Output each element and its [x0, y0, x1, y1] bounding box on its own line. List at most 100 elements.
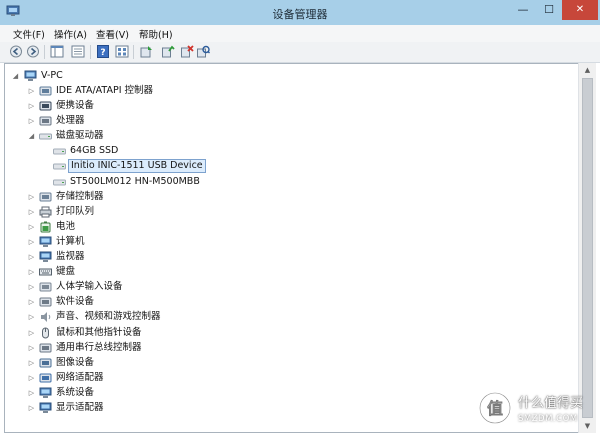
disk-icon: [53, 145, 66, 157]
software-device-icon: [39, 296, 52, 308]
tree-category-label: 便携设备: [56, 100, 95, 111]
storage-controller-icon: [39, 191, 52, 203]
help-icon[interactable]: ?: [96, 45, 110, 58]
tree-category[interactable]: ▷ 监视器: [5, 250, 565, 264]
tree-category[interactable]: ▷ 计算机: [5, 235, 565, 249]
vertical-scrollbar[interactable]: ▲ ▼: [578, 63, 596, 433]
title-bar[interactable]: 设备管理器 — ☐ ✕: [0, 0, 600, 26]
tree-device-label: ST500LM012 HN-M500MBB: [70, 176, 200, 187]
expand-arrow-icon[interactable]: ▷: [27, 386, 36, 400]
tree-device[interactable]: Initio INIC-1511 USB Device: [5, 159, 565, 173]
tree-category-label: 打印队列: [56, 206, 95, 217]
expand-arrow-icon[interactable]: ▷: [27, 295, 36, 309]
expand-arrow-icon[interactable]: ▷: [27, 114, 36, 128]
expand-arrow-icon[interactable]: ▷: [27, 326, 36, 340]
tree-category[interactable]: ▷ 鼠标和其他指针设备: [5, 326, 565, 340]
tree-category[interactable]: ▷ 软件设备: [5, 295, 565, 309]
ide-controller-icon: [39, 85, 52, 97]
menu-file[interactable]: 文件(F): [13, 27, 45, 41]
show-all-icon[interactable]: [115, 45, 129, 58]
forward-icon[interactable]: [26, 45, 40, 58]
expand-arrow-icon[interactable]: ▷: [27, 401, 36, 415]
menu-action[interactable]: 操作(A): [54, 27, 87, 41]
menu-view[interactable]: 查看(V): [96, 27, 129, 41]
expand-arrow-icon[interactable]: ▷: [27, 341, 36, 355]
tree-category-label: 系统设备: [56, 387, 95, 398]
battery-icon: [39, 221, 52, 233]
hid-icon: [39, 281, 52, 293]
toolbar-separator: [90, 45, 91, 59]
expand-arrow-icon[interactable]: ▷: [27, 250, 36, 264]
expand-arrow-icon[interactable]: ▷: [27, 99, 36, 113]
watermark-domain: SMZDM.COM: [518, 414, 578, 424]
monitor-icon: [39, 251, 52, 263]
minimize-button[interactable]: —: [510, 0, 536, 20]
expand-arrow-icon[interactable]: ▷: [27, 205, 36, 219]
disable-device-icon[interactable]: [180, 45, 194, 58]
printer-icon: [39, 206, 52, 218]
tree-category[interactable]: ◢ 磁盘驱动器: [5, 129, 565, 143]
tree-category[interactable]: ▷ 声音、视频和游戏控制器: [5, 310, 565, 324]
disk-drive-icon: [39, 130, 52, 142]
watermark: 值 什么值得买 SMZDM.COM: [478, 388, 596, 432]
tree-device[interactable]: ST500LM012 HN-M500MBB: [5, 175, 565, 189]
tree-category-label: 显示适配器: [56, 402, 104, 413]
collapse-arrow-icon[interactable]: ◢: [27, 129, 36, 143]
close-button[interactable]: ✕: [562, 0, 598, 20]
tree-category[interactable]: ▷ 通用串行总线控制器: [5, 341, 565, 355]
watermark-logo-icon: 值: [478, 391, 512, 425]
expand-arrow-icon[interactable]: ▷: [27, 356, 36, 370]
tree-category-label: 磁盘驱动器: [56, 130, 104, 141]
show-hide-console-tree-icon[interactable]: [50, 45, 64, 58]
menu-help[interactable]: 帮助(H): [139, 27, 173, 41]
tree-category[interactable]: ▷ 处理器: [5, 114, 565, 128]
scan-hardware-icon[interactable]: [196, 45, 210, 58]
menu-bar: 文件(F) 操作(A) 查看(V) 帮助(H): [0, 25, 600, 42]
sound-icon: [39, 311, 52, 323]
watermark-text: 什么值得买: [518, 396, 584, 411]
display-adapter-icon: [39, 402, 52, 414]
expand-arrow-icon[interactable]: ▷: [27, 265, 36, 279]
toolbar-separator: [133, 45, 134, 59]
expand-arrow-icon[interactable]: ▷: [27, 371, 36, 385]
network-adapter-icon: [39, 372, 52, 384]
tree-category-label: 鼠标和其他指针设备: [56, 327, 142, 338]
tree-category-label: 处理器: [56, 115, 85, 126]
tree-category-label: 监视器: [56, 251, 85, 262]
maximize-button[interactable]: ☐: [536, 0, 562, 20]
tree-category[interactable]: ▷ 网络适配器: [5, 371, 565, 385]
tree-category-label: 声音、视频和游戏控制器: [56, 311, 161, 322]
tree-category[interactable]: ▷ 打印队列: [5, 205, 565, 219]
expand-arrow-icon[interactable]: ▷: [27, 190, 36, 204]
update-driver-icon[interactable]: [139, 45, 153, 58]
expand-arrow-icon[interactable]: ▷: [27, 84, 36, 98]
tree-device[interactable]: 64GB SSD: [5, 144, 565, 158]
tree-category[interactable]: ▷ 存储控制器: [5, 190, 565, 204]
collapse-arrow-icon[interactable]: ◢: [11, 69, 20, 83]
scroll-thumb[interactable]: [582, 78, 593, 418]
expand-arrow-icon[interactable]: ▷: [27, 235, 36, 249]
tree-category[interactable]: ▷ 人体学输入设备: [5, 280, 565, 294]
properties-icon[interactable]: [71, 45, 85, 58]
toolbar: ?: [0, 42, 600, 63]
expand-arrow-icon[interactable]: ▷: [27, 220, 36, 234]
tree-category-label: IDE ATA/ATAPI 控制器: [56, 85, 154, 96]
device-tree: ◢ V-PC ▷ IDE ATA/ATAPI 控制器 ▷ 便携设备 ▷ 处理器 ◢ 磁盘驱动器…: [4, 63, 579, 433]
scroll-up-arrow-icon[interactable]: ▲: [579, 63, 596, 77]
tree-category-label: 键盘: [56, 266, 76, 277]
tree-category[interactable]: ▷ 键盘: [5, 265, 565, 279]
back-icon[interactable]: [9, 45, 23, 58]
tree-root-label: V-PC: [41, 70, 63, 81]
expand-arrow-icon[interactable]: ▷: [27, 310, 36, 324]
disk-icon: [53, 176, 66, 188]
tree-category[interactable]: ▷ 便携设备: [5, 99, 565, 113]
tree-root[interactable]: ◢ V-PC: [5, 69, 565, 83]
tree-device-label: 64GB SSD: [70, 145, 119, 156]
expand-arrow-icon[interactable]: ▷: [27, 280, 36, 294]
tree-category[interactable]: ▷ IDE ATA/ATAPI 控制器: [5, 84, 565, 98]
tree-category[interactable]: ▷ 图像设备: [5, 356, 565, 370]
mouse-icon: [39, 327, 52, 339]
tree-category[interactable]: ▷ 电池: [5, 220, 565, 234]
enable-device-icon[interactable]: [161, 45, 175, 58]
svg-text:值: 值: [487, 399, 503, 418]
